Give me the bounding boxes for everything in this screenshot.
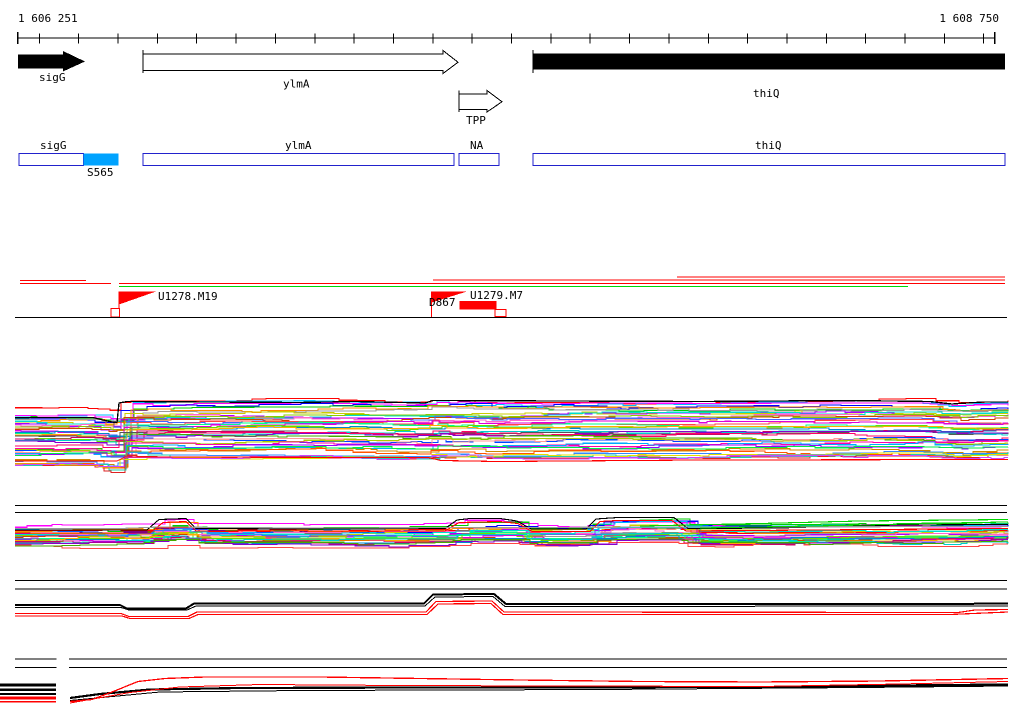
expression-left-block-bar <box>0 683 56 687</box>
segment-label-thiQ: thiQ <box>755 139 782 152</box>
gene-rect-thiQ[interactable] <box>533 53 1005 70</box>
segment-box-S565[interactable] <box>83 153 119 166</box>
gene-label-ylmA: ylmA <box>283 78 310 91</box>
feature-openbox-U1278.M19[interactable] <box>110 307 121 318</box>
segment-box-ylmA[interactable] <box>142 153 455 166</box>
white-gap-mask <box>56 650 69 712</box>
expression-profile-line <box>69 681 1009 704</box>
segment-box-thiQ[interactable] <box>532 153 1006 166</box>
gene-label-thiQ: thiQ <box>753 87 780 100</box>
segment-label-NA: NA <box>470 139 484 152</box>
gene-label-TPP: TPP <box>466 114 486 127</box>
feature-label-U1279.M7: U1279.M7 <box>470 289 523 302</box>
segment-box-NA[interactable] <box>458 153 500 166</box>
segment-label-S565: S565 <box>87 166 114 179</box>
end-coordinate-label: 1 608 750 <box>939 12 999 25</box>
start-coordinate-label: 1 606 251 <box>18 12 78 25</box>
genome-browser-view: sigG ylmA TPP thiQ sigG S565 ylmA NA thiQ U1278.M… <box>0 0 1024 714</box>
segment-box-sigG[interactable] <box>18 153 84 166</box>
gene-label-sigG: sigG <box>39 71 66 84</box>
expression-left-block-bar <box>0 688 56 691</box>
segment-label-ylmA: ylmA <box>285 139 312 152</box>
feature-wedge-U1278.M19[interactable] <box>119 291 156 305</box>
expression-left-block-bar <box>0 701 56 703</box>
genome-browser-canvas: sigG ylmA TPP thiQ sigG S565 ylmA NA thiQ U1278.M… <box>0 32 1009 712</box>
feature-label-D867: D867 <box>429 296 456 309</box>
gene-arrow-ylmA[interactable] <box>142 49 459 75</box>
segment-label-sigG: sigG <box>40 139 67 152</box>
feature-openbox-U1279.M7[interactable] <box>494 308 507 318</box>
feature-rect-D867[interactable] <box>459 301 497 310</box>
gene-arrow-TPP[interactable] <box>458 89 503 113</box>
feature-label-U1278.M19: U1278.M19 <box>158 290 218 303</box>
gene-arrow-sigG[interactable] <box>18 51 85 72</box>
expression-left-block-bar <box>0 693 56 695</box>
expression-left-block-bar <box>0 696 56 700</box>
